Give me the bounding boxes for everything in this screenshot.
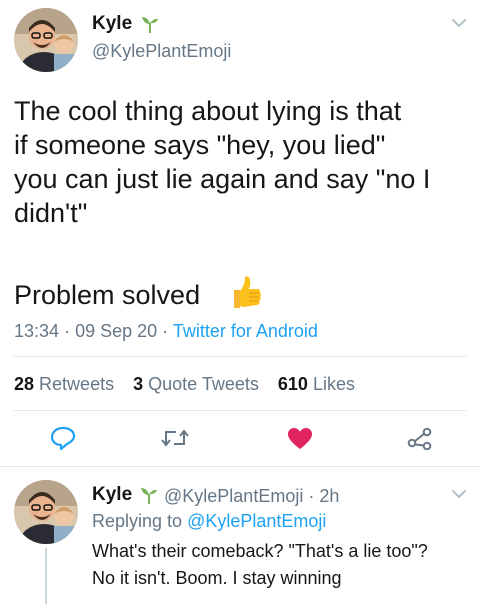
author-name[interactable]: Kyle <box>92 484 132 506</box>
quote-tweets-count: 3 <box>133 374 144 394</box>
reply-handle-line: @KylePlantEmoji · 2h <box>164 486 339 507</box>
retweets-stat[interactable]: 28 Retweets <box>14 374 114 394</box>
replying-to-link[interactable]: @KylePlantEmoji <box>187 511 326 531</box>
likes-count: 610 <box>277 374 308 394</box>
retweets-count: 28 <box>14 374 35 394</box>
avatar-image <box>14 480 78 544</box>
tweet-source-link[interactable]: Twitter for Android <box>173 321 318 341</box>
reply-age[interactable]: 2h <box>319 486 339 506</box>
quote-tweets-label: Quote Tweets <box>148 374 259 394</box>
divider <box>0 466 480 467</box>
chevron-down-icon[interactable] <box>452 489 466 499</box>
quote-tweets-stat[interactable]: 3 Quote Tweets <box>133 374 259 394</box>
thread-line <box>45 548 47 604</box>
reply-text: What's their comeback? "That's a lie too… <box>92 538 428 592</box>
tweet-text-line: you can just lie again and say "no I <box>14 164 431 194</box>
author-handle[interactable]: @KylePlantEmoji <box>92 41 231 62</box>
divider <box>14 410 466 411</box>
reply-icon[interactable] <box>50 426 76 450</box>
tweet-stats: 28 Retweets 3 Quote Tweets 610 Likes <box>14 374 355 395</box>
share-icon[interactable] <box>407 426 433 450</box>
divider <box>14 356 466 357</box>
meta-separator: · <box>64 321 71 341</box>
replying-to-prefix: Replying to <box>92 511 183 531</box>
like-heart-icon[interactable] <box>287 427 313 451</box>
chevron-down-icon[interactable] <box>452 18 466 28</box>
tweet-time[interactable]: 13:34 <box>14 321 59 341</box>
tweet-text-line: The cool thing about lying is that <box>14 96 402 126</box>
likes-stat[interactable]: 610 Likes <box>278 374 355 394</box>
tweet-text-line: if someone says "hey, you lied" <box>14 130 386 160</box>
thumbs-up-emoji-icon <box>234 276 261 308</box>
retweets-label: Retweets <box>39 374 115 394</box>
tweet-text: The cool thing about lying is that if so… <box>14 94 470 230</box>
replying-to: Replying to @KylePlantEmoji <box>92 511 326 532</box>
tweet-text-second-paragraph: Problem solved <box>14 280 201 310</box>
author-name[interactable]: Kyle <box>92 13 132 35</box>
meta-separator: · <box>308 486 315 506</box>
avatar[interactable] <box>14 480 78 544</box>
reply-text-line: No it isn't. Boom. I stay winning <box>92 568 342 588</box>
sprout-emoji-icon <box>141 488 157 504</box>
reply-text-line: What's their comeback? "That's a lie too… <box>92 541 428 561</box>
sprout-emoji-icon <box>142 17 158 33</box>
likes-label: Likes <box>312 374 355 394</box>
author-handle[interactable]: @KylePlantEmoji <box>164 486 303 506</box>
tweet-text-line: didn't" <box>14 198 88 228</box>
tweet-meta: 13:34 · 09 Sep 20 · Twitter for Android <box>14 321 318 342</box>
avatar-image <box>14 8 78 72</box>
meta-separator: · <box>162 321 169 341</box>
retweet-icon[interactable] <box>160 426 190 450</box>
tweet-date[interactable]: 09 Sep 20 <box>75 321 157 341</box>
avatar[interactable] <box>14 8 78 72</box>
